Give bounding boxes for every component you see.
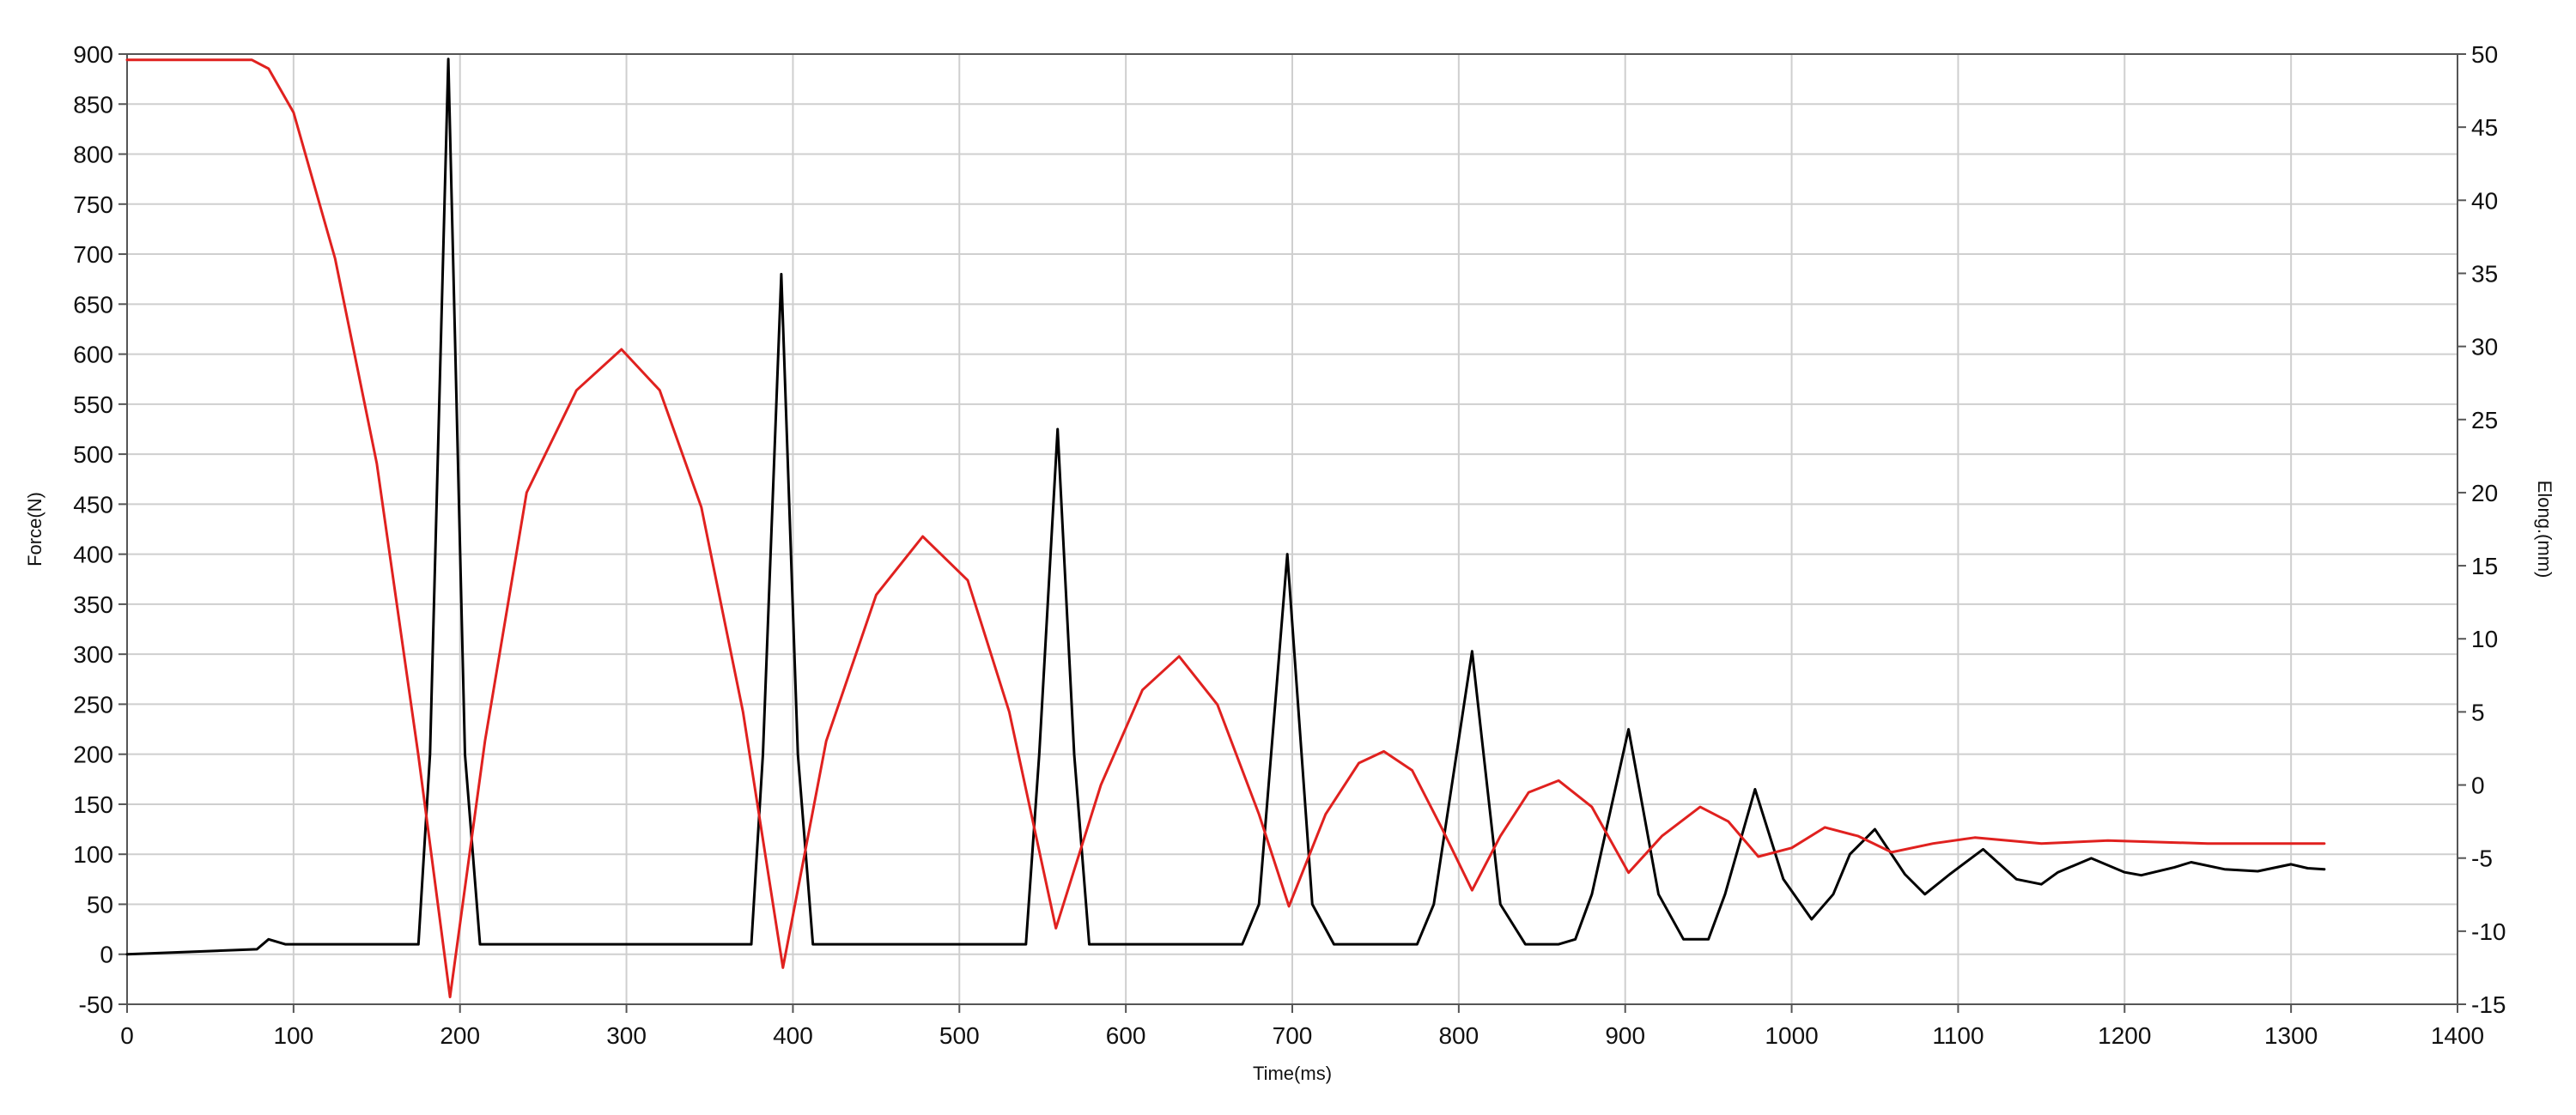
y-tick-label: 150 (73, 791, 113, 818)
y2-axis-title: Elong.(mm) (2534, 481, 2555, 579)
y2-tick-label: 15 (2471, 553, 2498, 579)
y-tick-label: 900 (73, 41, 113, 68)
y2-tick-label: 0 (2471, 773, 2485, 799)
x-tick-label: 1400 (2431, 1022, 2484, 1049)
y-tick-label: 850 (73, 91, 113, 118)
x-tick-label: 1000 (1765, 1022, 1818, 1049)
y-tick-label: -50 (79, 991, 113, 1018)
y-tick-label: 350 (73, 591, 113, 618)
y-tick-label: 0 (100, 942, 113, 968)
y2-tick-label: -5 (2471, 845, 2493, 872)
y2-tick-label: -10 (2471, 918, 2506, 945)
chart-container: 0 100 200 300 400 500 600 700 800 900 1000 1100 1200… (0, 0, 2576, 1115)
x-tick-label: 1100 (1932, 1022, 1984, 1049)
x-tick-label: 900 (1605, 1022, 1645, 1049)
y2-tick-label: 20 (2471, 480, 2498, 506)
x-axis-title: Time(ms) (1253, 1063, 1332, 1084)
y2-tick-label: 50 (2471, 41, 2498, 68)
y-axis-left: -50 0 50 100 150 200 250 300 350 400 450 500 550 600 6… (73, 41, 127, 1018)
y2-tick-label: 35 (2471, 260, 2498, 287)
y-axis-right: -15 -10 -5 0 5 10 15 20 25 30 35 40 45 50 (2458, 41, 2506, 1018)
y-tick-label: 750 (73, 191, 113, 218)
x-tick-label: 1200 (2098, 1022, 2151, 1049)
x-tick-label: 1300 (2264, 1022, 2318, 1049)
x-axis: 0 100 200 300 400 500 600 700 800 900 1000 1100 1200… (120, 1003, 2484, 1049)
y2-tick-label: 30 (2471, 334, 2498, 361)
x-tick-label: 400 (773, 1022, 813, 1049)
x-tick-label: 100 (273, 1022, 313, 1049)
x-tick-label: 600 (1106, 1022, 1146, 1049)
gridlines (126, 53, 2458, 1005)
y-tick-label: 550 (73, 391, 113, 418)
y-tick-label: 250 (73, 691, 113, 718)
y-tick-label: 300 (73, 641, 113, 668)
y-axis-title: Force(N) (24, 492, 46, 567)
y-tick-label: 50 (87, 891, 113, 918)
x-tick-label: 200 (440, 1022, 480, 1049)
series-layer (125, 58, 2326, 998)
y2-tick-label: 10 (2471, 626, 2498, 652)
x-tick-label: 500 (939, 1022, 980, 1049)
y-tick-label: 200 (73, 742, 113, 768)
y-tick-label: 700 (73, 241, 113, 268)
y-tick-label: 600 (73, 342, 113, 368)
y-tick-label: 400 (73, 542, 113, 568)
force-elongation-chart: 0 100 200 300 400 500 600 700 800 900 1000 1100 1200… (24, 41, 2555, 1084)
force-series-line (125, 58, 2326, 956)
y2-tick-label: -15 (2471, 991, 2506, 1018)
y2-tick-label: 25 (2471, 407, 2498, 433)
elongation-series-line (125, 58, 2326, 998)
y-tick-label: 800 (73, 142, 113, 168)
y-tick-label: 450 (73, 491, 113, 518)
x-tick-label: 300 (606, 1022, 647, 1049)
x-tick-label: 800 (1438, 1022, 1479, 1049)
y2-tick-label: 5 (2471, 699, 2485, 725)
y2-tick-label: 40 (2471, 187, 2498, 214)
y2-tick-label: 45 (2471, 114, 2498, 141)
y-tick-label: 100 (73, 841, 113, 868)
x-tick-label: 700 (1273, 1022, 1313, 1049)
x-tick-label: 0 (120, 1022, 134, 1049)
y-tick-label: 500 (73, 441, 113, 468)
y-tick-label: 650 (73, 291, 113, 318)
